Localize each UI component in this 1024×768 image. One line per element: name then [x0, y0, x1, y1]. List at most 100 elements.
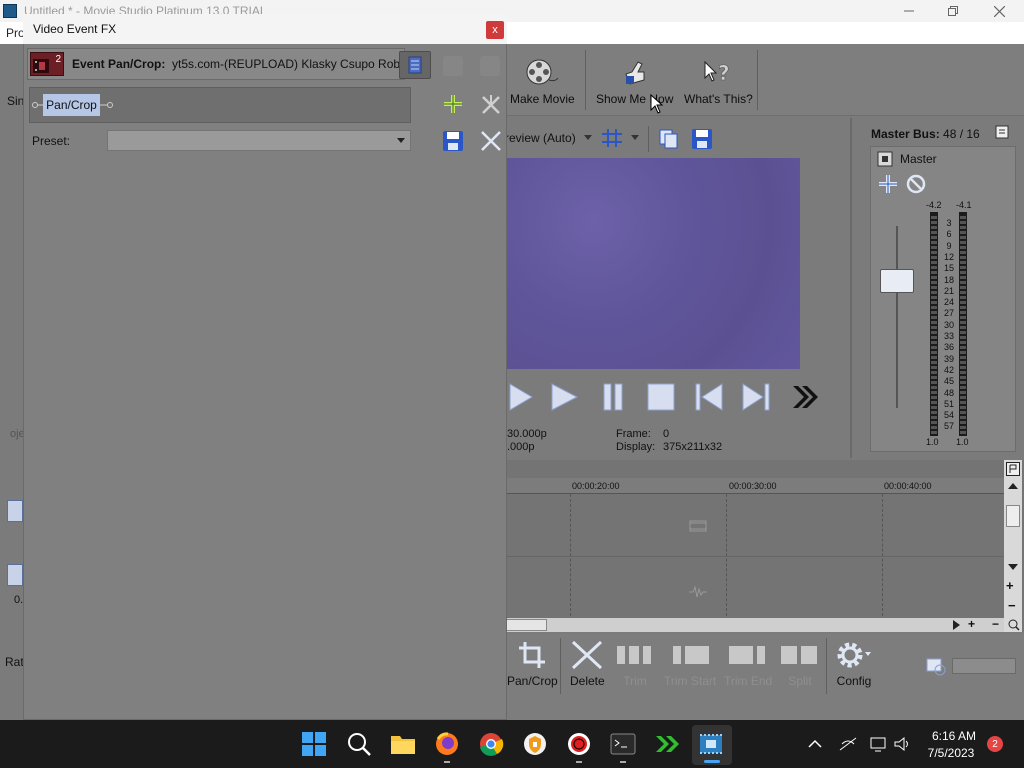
zoom-slider-icon — [926, 658, 946, 676]
delete-button[interactable]: Delete — [570, 640, 605, 688]
master-fader-handle[interactable] — [880, 269, 914, 293]
screen-recorder-icon[interactable] — [566, 731, 592, 757]
play-from-start-icon[interactable] — [508, 382, 534, 412]
zoom-in-horizontal[interactable]: + — [968, 617, 975, 631]
meter-bottom-right: 1.0 — [956, 437, 969, 447]
save-preset-icon[interactable] — [441, 129, 465, 153]
meter-segment — [960, 236, 966, 239]
zoom-tool-icon[interactable] — [1008, 619, 1020, 631]
firefox-icon[interactable] — [434, 731, 460, 757]
display-icon[interactable] — [870, 736, 888, 752]
meter-segment — [931, 341, 937, 344]
mute-icon[interactable] — [905, 173, 927, 195]
stop-icon[interactable] — [646, 382, 676, 412]
scroll-up-icon[interactable] — [1006, 481, 1020, 491]
audio-track-icon — [689, 586, 707, 598]
fx-chain-item-pan-crop[interactable]: Pan/Crop — [43, 94, 100, 116]
meter-scale-label: 9 — [946, 240, 952, 251]
meter-segment — [960, 251, 966, 254]
pan-crop-button[interactable]: Pan/Crop — [507, 640, 558, 688]
start-button-icon[interactable] — [301, 731, 327, 757]
meter-segment — [931, 256, 937, 259]
chevron-down-icon — [397, 138, 405, 143]
video-track[interactable] — [505, 495, 1005, 557]
media-player-icon[interactable] — [654, 731, 680, 757]
make-movie-button[interactable]: Make Movie — [510, 58, 575, 106]
timeline-hscroll[interactable] — [505, 618, 1004, 632]
zoom-in-vertical[interactable]: + — [1006, 578, 1014, 593]
trim-start-button[interactable]: Trim Start — [664, 640, 716, 688]
meter-segment — [960, 386, 966, 389]
fx-dialog-close-button[interactable]: x — [486, 21, 504, 39]
config-button[interactable]: Config — [836, 640, 872, 688]
split-view-icon — [408, 56, 422, 74]
search-icon[interactable] — [346, 731, 372, 757]
meter-scale-label: 51 — [943, 398, 954, 409]
add-plugin-icon[interactable] — [442, 93, 464, 115]
delete-label: Delete — [570, 674, 605, 688]
toggle-split-view-button[interactable] — [399, 51, 431, 79]
chevron-up-icon[interactable] — [808, 739, 822, 749]
meter-scale-label: 36 — [943, 342, 954, 353]
copy-snapshot-icon[interactable] — [658, 128, 680, 150]
movie-studio-icon[interactable] — [698, 731, 724, 757]
file-explorer-icon[interactable] — [390, 731, 416, 757]
pause-icon[interactable] — [600, 382, 626, 412]
play-icon[interactable] — [549, 382, 579, 412]
meter-segment — [931, 226, 937, 229]
go-to-end-icon[interactable] — [741, 382, 771, 412]
restore-button[interactable] — [930, 0, 976, 22]
preset-dropdown[interactable] — [107, 130, 411, 151]
meter-segment — [931, 391, 937, 394]
delete-preset-icon[interactable] — [479, 129, 503, 153]
mixer-options-icon[interactable] — [995, 125, 1009, 139]
trim-end-button[interactable]: Trim End — [724, 640, 772, 688]
trim-icon — [617, 646, 651, 664]
video-track-icon — [689, 520, 707, 532]
network-disconnected-icon[interactable] — [839, 736, 857, 752]
meter-segment — [960, 421, 966, 424]
zoom-out-horizontal[interactable]: − — [992, 617, 999, 631]
whats-this-button[interactable]: ? What's This? — [684, 58, 753, 106]
zoom-slider[interactable] — [952, 658, 1016, 674]
add-insert-icon[interactable] — [877, 173, 899, 195]
ruler-label: 00:00:40:00 — [884, 481, 932, 491]
more-controls-icon[interactable] — [790, 382, 820, 412]
master-fx-icon[interactable] — [877, 151, 893, 167]
timeline-hscroll-thumb[interactable] — [505, 619, 547, 631]
meter-segment — [931, 331, 937, 334]
audio-track[interactable] — [505, 558, 1005, 616]
preview-quality-dropdown[interactable]: review (Auto) — [505, 131, 592, 145]
split-button[interactable]: Split — [780, 640, 820, 688]
menu-item-project[interactable]: Pro — [6, 26, 25, 40]
volume-icon[interactable] — [894, 736, 912, 752]
remove-plugin-icon[interactable] — [479, 93, 503, 117]
save-snapshot-icon[interactable] — [691, 128, 713, 150]
meter-segment — [931, 426, 937, 429]
meter-segment — [960, 406, 966, 409]
trim-button[interactable]: Trim — [616, 640, 654, 688]
go-to-start-icon[interactable] — [694, 382, 724, 412]
fx-placeholder-icon — [480, 56, 500, 76]
meter-segment — [960, 416, 966, 419]
terminal-icon[interactable] — [610, 731, 636, 757]
overlays-button[interactable] — [601, 128, 639, 148]
clock-date[interactable]: 7/5/2023 — [918, 746, 984, 760]
fx-placeholder-icon — [443, 56, 463, 76]
zoom-out-vertical[interactable]: − — [1008, 598, 1016, 613]
timeline-vscroll-thumb[interactable] — [1006, 505, 1020, 527]
clock-time[interactable]: 6:16 AM — [924, 729, 984, 743]
trim-start-label: Trim Start — [664, 674, 717, 688]
scroll-down-icon[interactable] — [1006, 562, 1020, 572]
meter-segment — [931, 246, 937, 249]
display-label: Display: — [616, 441, 656, 453]
notification-badge[interactable]: 2 — [987, 736, 1003, 752]
minimize-button[interactable] — [886, 0, 932, 22]
chrome-icon[interactable] — [478, 731, 504, 757]
vpn-shield-icon[interactable] — [522, 731, 548, 757]
marker-icon[interactable] — [1006, 462, 1020, 476]
preview-quality-value: review (Auto) — [505, 131, 576, 145]
close-window-button[interactable] — [976, 0, 1022, 22]
scroll-right-icon[interactable] — [950, 619, 962, 631]
ruler-label: 00:00:20:00 — [572, 481, 620, 491]
